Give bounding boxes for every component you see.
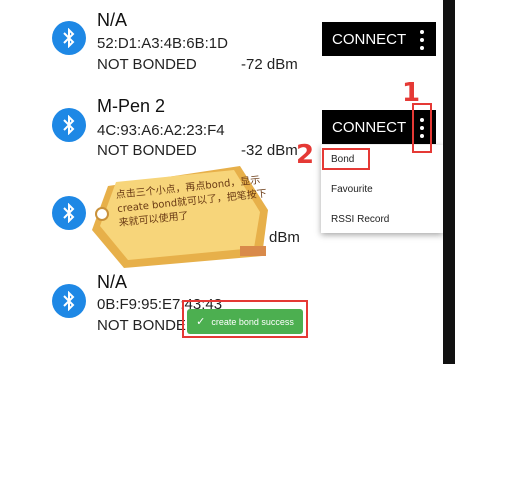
bluetooth-icon	[52, 108, 86, 142]
bond-state: NOT BONDED	[97, 56, 197, 73]
device-name: M-Pen 2	[97, 96, 166, 116]
annotation-box-dots	[412, 103, 432, 153]
annotation-box-toast	[182, 300, 308, 338]
rssi-value: -72 dBm	[241, 56, 298, 73]
connect-button[interactable]: CONNECT	[322, 22, 436, 56]
annotation-box-bond	[322, 148, 370, 170]
annotation-step-1: 1	[402, 78, 421, 108]
device-name: N/A	[97, 272, 128, 292]
menu-item-rssi-record[interactable]: RSSI Record	[331, 214, 389, 225]
rssi-value: -32 dBm	[241, 142, 298, 159]
device-row-1[interactable]: N/A 52:D1:A3:4B:6B:1D NOT BONDED -72 dBm…	[40, 0, 443, 85]
bluetooth-icon	[52, 196, 86, 230]
device-mac: 4C:93:A6:A2:23:F4	[97, 122, 225, 139]
bluetooth-icon	[52, 21, 86, 55]
more-vert-icon[interactable]	[420, 30, 424, 50]
device-bezel	[443, 0, 455, 364]
annotation-step-2: 2	[296, 140, 315, 170]
device-row-5[interactable]	[40, 344, 443, 364]
device-name: N/A	[97, 10, 128, 30]
bond-state: NOT BONDED	[97, 142, 197, 159]
connect-label: CONNECT	[332, 30, 407, 48]
bluetooth-icon	[52, 284, 86, 318]
connect-label: CONNECT	[332, 118, 407, 136]
device-mac: 52:D1:A3:4B:6B:1D	[97, 35, 228, 52]
menu-item-favourite[interactable]: Favourite	[331, 184, 373, 195]
